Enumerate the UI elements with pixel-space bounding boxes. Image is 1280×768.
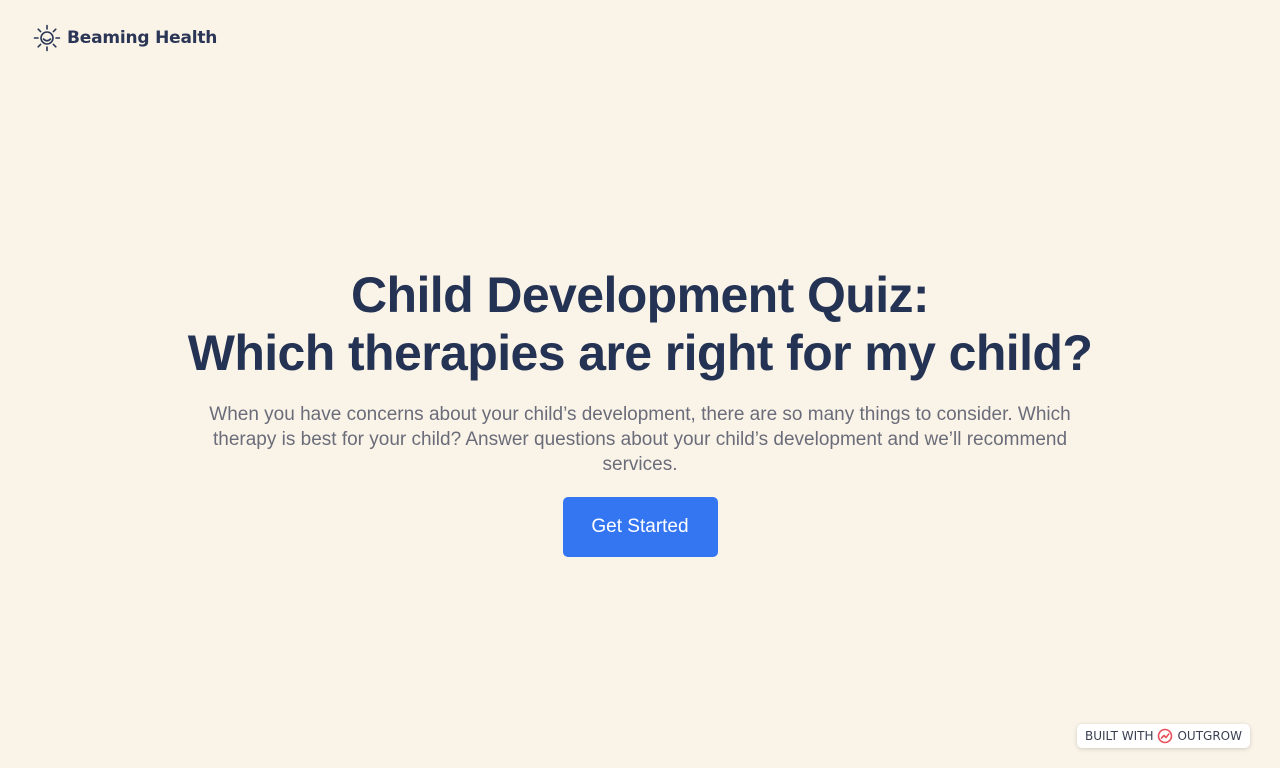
brand-name: Beaming Health — [67, 28, 218, 48]
outgrow-logo-icon — [1158, 728, 1173, 744]
hero-section: Child Development Quiz: Which therapies … — [0, 266, 1280, 557]
title-line-1: Child Development Quiz: — [351, 267, 930, 323]
built-with-outgrow-badge[interactable]: BUILT WITH OUTGROW — [1076, 724, 1250, 748]
badge-brand: OUTGROW — [1177, 729, 1242, 743]
page-title: Child Development Quiz: Which therapies … — [0, 266, 1280, 382]
sun-icon — [33, 24, 61, 52]
get-started-button[interactable]: Get Started — [562, 497, 718, 557]
title-line-2: Which therapies are right for my child? — [187, 325, 1093, 381]
hero-description: When you have concerns about your child’… — [209, 404, 1071, 475]
badge-prefix: BUILT WITH — [1084, 729, 1154, 743]
brand-logo[interactable]: Beaming Health — [33, 24, 217, 52]
quiz-landing-page: Beaming Health Child Development Quiz: W… — [0, 0, 1280, 768]
